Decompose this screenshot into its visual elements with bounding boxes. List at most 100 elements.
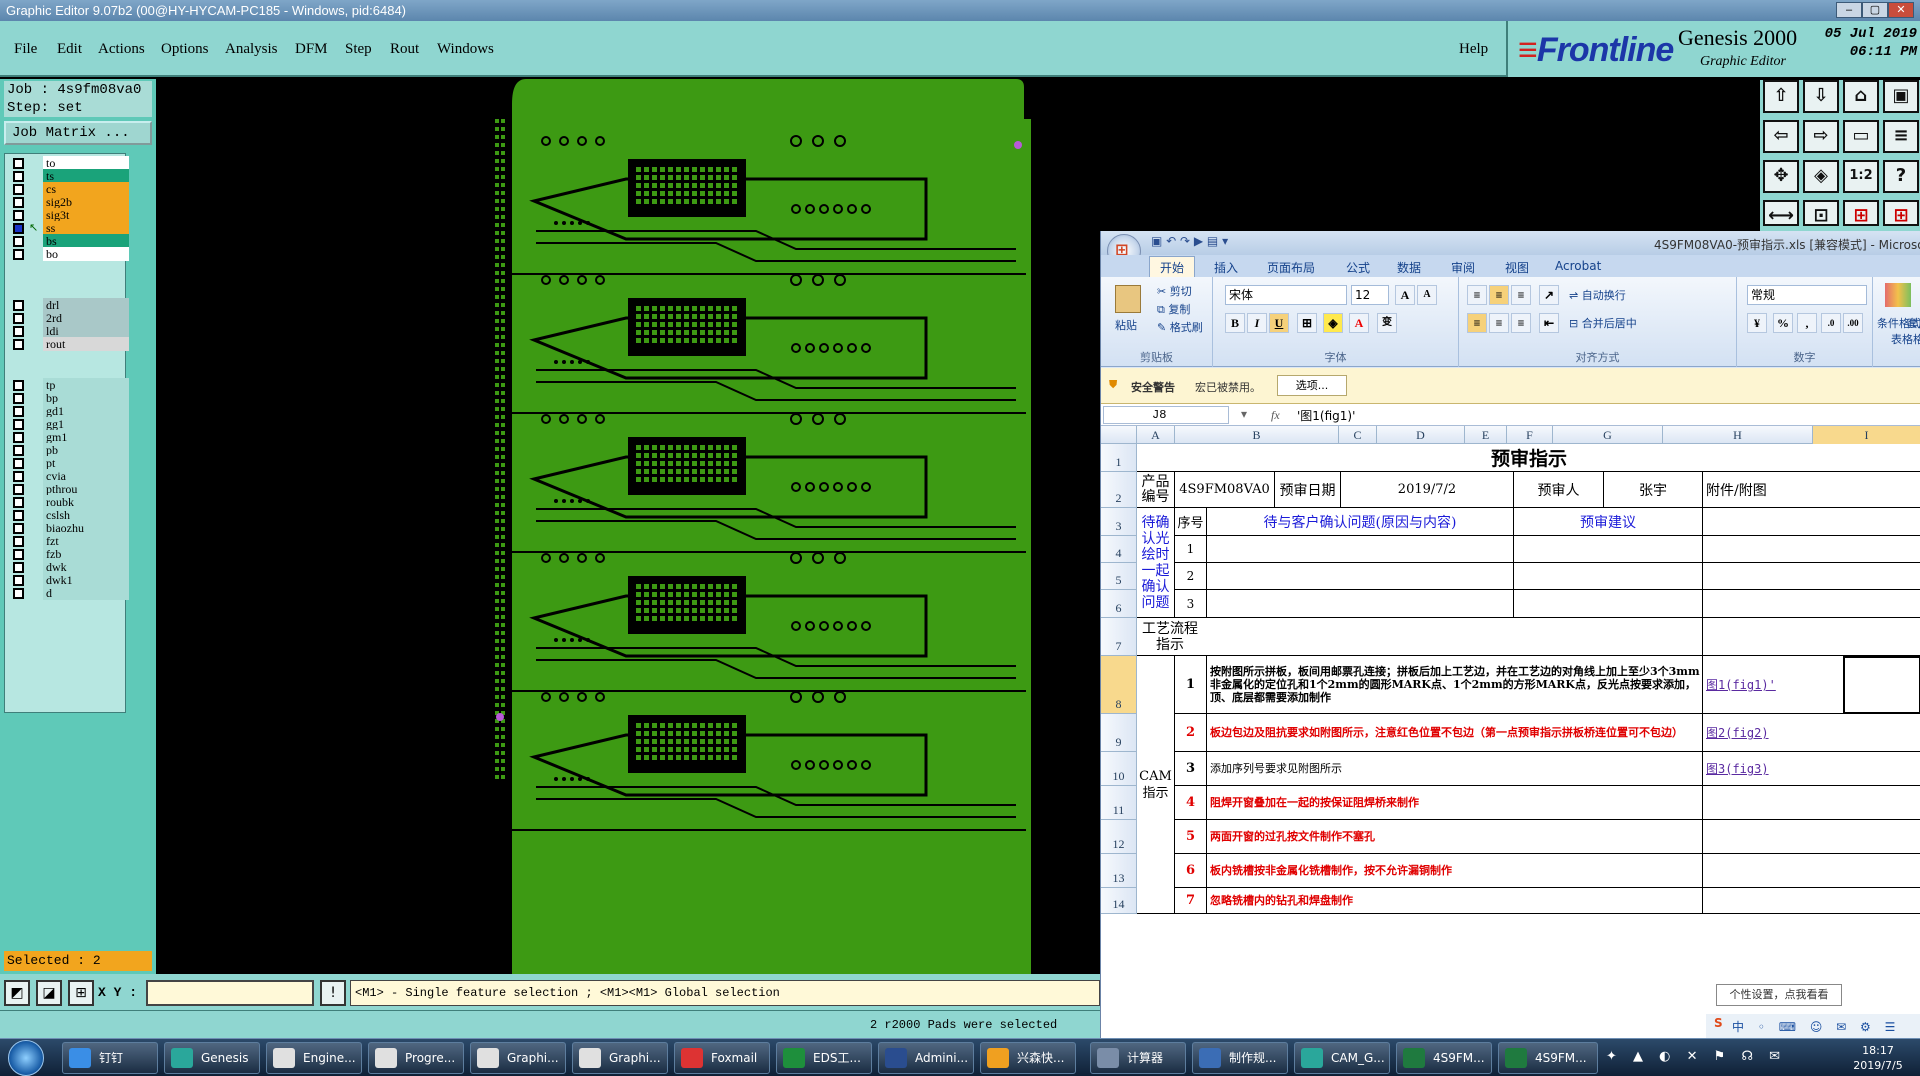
menu-file[interactable]: File — [14, 41, 37, 58]
layer-row-bs[interactable]: bs — [7, 234, 129, 248]
column-header-F[interactable]: F — [1507, 426, 1553, 444]
currency-icon[interactable]: ¥ — [1747, 313, 1767, 333]
increase-decimal-icon[interactable]: .0 — [1821, 313, 1841, 333]
taskbar-item[interactable]: 4S9FM... — [1396, 1042, 1492, 1074]
layer-checkbox[interactable] — [13, 406, 24, 417]
formula-input[interactable]: '图1(fig1)' — [1297, 407, 1355, 424]
row-header-2[interactable]: 2 — [1101, 472, 1137, 508]
cam-item-text[interactable]: 添加序列号要求见附图所示 — [1207, 752, 1703, 786]
worksheet[interactable]: 1 2 3 4 5 6 7 8 9 10 11 12 13 14 预审指示 产品编号 4S9FM08VA0 预审日… — [1101, 444, 1920, 1043]
layer-row-fzt[interactable]: fzt — [7, 534, 129, 548]
attach-cell[interactable] — [1703, 563, 1920, 590]
layer-row-ts[interactable]: ts — [7, 169, 129, 183]
taskbar-item[interactable]: Genesis — [164, 1042, 260, 1074]
fx-icon[interactable]: fx — [1271, 408, 1280, 423]
layer-row-d[interactable]: d — [7, 586, 129, 600]
menu-step[interactable]: Step — [345, 41, 372, 58]
attach-cell[interactable] — [1703, 590, 1920, 618]
clock[interactable]: 18:17 2019/7/5 — [1842, 1043, 1914, 1073]
layer-checkbox[interactable] — [13, 171, 24, 182]
column-header-G[interactable]: G — [1553, 426, 1663, 444]
close-button[interactable]: ✕ — [1888, 2, 1914, 18]
align-top-icon[interactable]: ≡ — [1467, 285, 1487, 305]
format-table-button[interactable]: 套用 — [1907, 315, 1920, 331]
layer-checkbox[interactable] — [13, 249, 24, 260]
layer-checkbox[interactable] — [13, 313, 24, 324]
row-header-3[interactable]: 3 — [1101, 508, 1137, 536]
number-format-select[interactable]: 常规 — [1747, 285, 1867, 305]
issue-cell[interactable] — [1207, 590, 1514, 618]
align-right-icon[interactable]: ≡ — [1511, 313, 1531, 333]
taskbar-item[interactable]: EDS工... — [776, 1042, 872, 1074]
font-color-icon[interactable]: A — [1349, 313, 1369, 333]
tab-insert[interactable]: 插入 — [1214, 259, 1238, 276]
name-box-dropdown-icon[interactable]: ▾ — [1241, 407, 1247, 421]
row-header-5[interactable]: 5 — [1101, 563, 1137, 590]
issue-cell[interactable] — [1207, 536, 1514, 563]
layer-checkbox[interactable] — [13, 562, 24, 573]
snap-icon[interactable]: ⊡ — [1803, 200, 1839, 226]
layer-checkbox[interactable] — [13, 236, 24, 247]
layer-row-gd1[interactable]: gd1 — [7, 404, 129, 418]
suggest-cell[interactable] — [1514, 536, 1703, 563]
paste-icon[interactable] — [1115, 285, 1141, 313]
layer-checkbox[interactable] — [13, 223, 24, 234]
layer-checkbox[interactable] — [13, 497, 24, 508]
taskbar-item[interactable]: 4S9FM... — [1498, 1042, 1598, 1074]
issue-cell[interactable] — [1207, 563, 1514, 590]
layer-checkbox[interactable] — [13, 523, 24, 534]
scale-icon[interactable]: 1:2 — [1843, 160, 1879, 193]
layer-row-sig3t[interactable]: sig3t — [7, 208, 129, 222]
taskbar-item[interactable]: 兴森快... — [980, 1042, 1076, 1074]
font-name-select[interactable]: 宋体 — [1225, 285, 1347, 305]
format-painter-button[interactable]: ✎ 格式刷 — [1157, 319, 1203, 335]
merge-center-button[interactable]: ⊟ 合并后居中 — [1569, 315, 1637, 331]
orientation-icon[interactable]: ↗ — [1539, 285, 1559, 305]
menu-analysis[interactable]: Analysis — [225, 41, 278, 58]
layer-row-dwk1[interactable]: dwk1 — [7, 573, 129, 587]
layer-row-roubk[interactable]: roubk — [7, 495, 129, 509]
draw-icon[interactable]: ◪ — [36, 980, 62, 1006]
underline-icon[interactable]: U — [1269, 313, 1289, 333]
taskbar-item[interactable]: 钉钉 — [62, 1042, 158, 1074]
menu-rout[interactable]: Rout — [390, 41, 419, 58]
cam-item-link[interactable]: 图1(fig1)' — [1703, 656, 1920, 714]
layer-row-ss[interactable]: ss ↖ — [7, 221, 129, 235]
name-box[interactable]: J8 — [1103, 406, 1229, 424]
layer-checkbox[interactable] — [13, 158, 24, 169]
pan-down-icon[interactable]: ⇩ — [1803, 80, 1839, 113]
cut-button[interactable]: ✂ 剪切 — [1157, 283, 1192, 299]
layer-checkbox[interactable] — [13, 445, 24, 456]
layer-row-biaozhu[interactable]: biaozhu — [7, 521, 129, 535]
layer-row-bp[interactable]: bp — [7, 391, 129, 405]
security-options-button[interactable]: 选项... — [1277, 375, 1347, 396]
ime-tooltip[interactable]: 个性设置，点我看看 — [1716, 984, 1842, 1006]
bold-icon[interactable]: B — [1225, 313, 1245, 333]
row-header-12[interactable]: 12 — [1101, 820, 1137, 854]
layer-checkbox[interactable] — [13, 184, 24, 195]
row-header-8[interactable]: 8 — [1101, 656, 1137, 714]
cam-item-link[interactable]: 图2(fig2) — [1703, 714, 1920, 752]
menu-windows[interactable]: Windows — [437, 41, 494, 58]
align-middle-icon[interactable]: ≡ — [1489, 285, 1509, 305]
cam-item-link[interactable]: 图3(fig3) — [1703, 752, 1920, 786]
italic-icon[interactable]: I — [1247, 313, 1267, 333]
maximize-button[interactable]: ▢ — [1862, 2, 1888, 18]
layer-checkbox[interactable] — [13, 549, 24, 560]
row-header-10[interactable]: 10 — [1101, 752, 1137, 786]
minimize-button[interactable]: – — [1836, 2, 1862, 18]
layer-checkbox[interactable] — [13, 588, 24, 599]
phonetic-icon[interactable]: 变 — [1377, 313, 1397, 333]
menu-edit[interactable]: Edit — [57, 41, 82, 58]
layer-checkbox[interactable] — [13, 536, 24, 547]
graphic-canvas[interactable] — [156, 79, 1100, 974]
layer-row-cs[interactable]: cs — [7, 182, 129, 196]
cam-item-text[interactable]: 忽略铣槽内的钻孔和焊盘制作 — [1207, 888, 1703, 914]
redraw-icon[interactable]: ≡ — [1883, 120, 1919, 153]
layer-row-gm1[interactable]: gm1 — [7, 430, 129, 444]
info-icon[interactable]: ! — [320, 980, 346, 1006]
taskbar-item[interactable]: 制作规... — [1192, 1042, 1288, 1074]
column-header-H[interactable]: H — [1663, 426, 1813, 444]
align-bottom-icon[interactable]: ≡ — [1511, 285, 1531, 305]
help-icon[interactable]: ? — [1883, 160, 1919, 193]
